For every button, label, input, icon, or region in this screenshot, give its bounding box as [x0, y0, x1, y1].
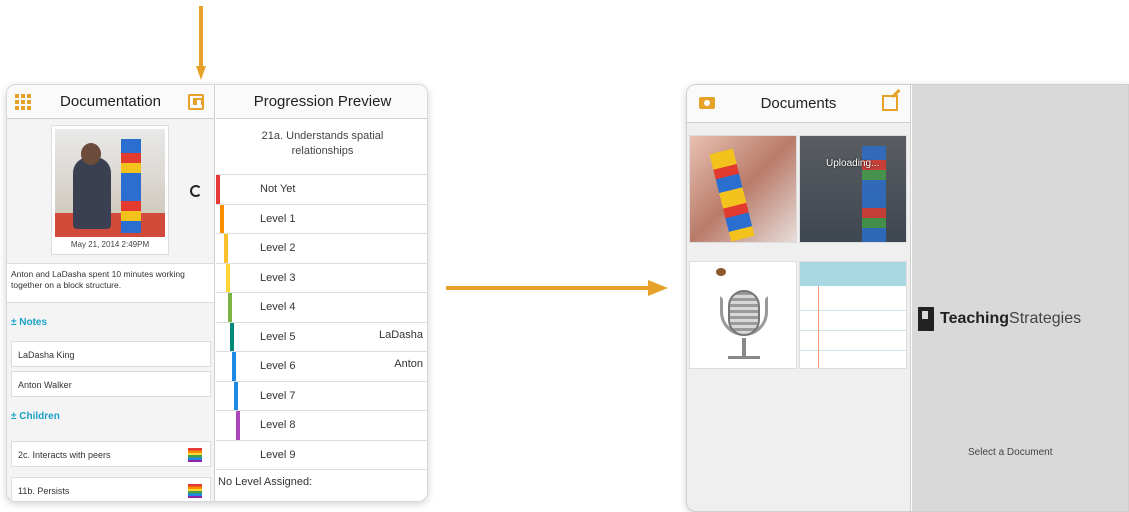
- level-row[interactable]: Level 2: [216, 234, 427, 264]
- level-color-bar: [228, 293, 232, 322]
- arrow-right-indicator: [446, 280, 668, 296]
- level-color-bar: [236, 411, 240, 440]
- no-level-assigned: No Level Assigned:: [218, 476, 313, 488]
- level-color-bar: [230, 322, 234, 351]
- select-document-prompt: Select a Document: [968, 447, 1053, 458]
- level-row[interactable]: Level 6 Anton: [216, 352, 427, 382]
- notes-toggle[interactable]: ± Notes: [7, 305, 214, 339]
- documentation-header: Documentation: [7, 85, 214, 119]
- children-toggle[interactable]: ± Children: [7, 399, 214, 433]
- level-color-bar: [234, 381, 238, 410]
- photo-timestamp: May 21, 2014 2:49PM: [70, 240, 150, 249]
- level-label: Level 5: [260, 330, 296, 343]
- share-export-icon[interactable]: [188, 94, 204, 110]
- child-name[interactable]: Anton: [394, 358, 423, 370]
- level-label: Level 7: [260, 389, 296, 402]
- level-label: Level 6: [260, 360, 296, 372]
- brand-bold: Teaching: [940, 310, 1010, 327]
- progression-rainbow-icon[interactable]: [188, 448, 202, 462]
- level-list: Not Yet Level 1 Level 2 Level 3 Level 4 Level…: [216, 175, 427, 470]
- objective-item[interactable]: 11b. Persists: [11, 477, 211, 501]
- audio-document-thumbnail[interactable]: [689, 261, 797, 369]
- uploading-photo-thumbnail[interactable]: Uploading...: [799, 135, 907, 243]
- progression-title: Progression Preview: [253, 93, 392, 110]
- documentation-title: Documentation: [60, 93, 161, 110]
- progression-rainbow-icon[interactable]: [188, 484, 202, 498]
- objective-label: 2c. Interacts with peers: [18, 450, 111, 460]
- level-row[interactable]: Level 3: [216, 263, 427, 293]
- level-row[interactable]: Level 5 LaDasha: [216, 322, 427, 352]
- documentation-screen: Documentation May 21, 2014 2:49PM Anton …: [6, 84, 428, 502]
- level-color-bar: [232, 352, 236, 381]
- apps-grid-icon[interactable]: [15, 94, 31, 110]
- documents-column: Documents Uploading...: [687, 85, 911, 511]
- note-item[interactable]: Anton Walker: [11, 371, 211, 397]
- observation-description[interactable]: Anton and LaDasha spent 10 minutes worki…: [7, 263, 214, 303]
- microphone-icon: [728, 290, 760, 336]
- objective-item[interactable]: 2c. Interacts with peers: [11, 441, 211, 467]
- objective-title: 21a. Understands spatial relationships: [216, 119, 427, 175]
- arrow-down-indicator: [196, 6, 206, 80]
- documents-title: Documents: [760, 95, 837, 112]
- teaching-strategies-logo: Teaching Strategies: [918, 307, 1081, 331]
- level-label: Level 4: [260, 301, 296, 313]
- brand-light: Strategies: [1009, 310, 1082, 327]
- documents-header: Documents: [687, 85, 910, 123]
- level-color-bar: [224, 234, 228, 263]
- level-row[interactable]: Level 9: [216, 441, 427, 470]
- level-label: Level 8: [260, 419, 296, 431]
- documentation-photo[interactable]: May 21, 2014 2:49PM: [51, 125, 169, 255]
- level-color-bar: [226, 263, 230, 292]
- level-label: Level 2: [260, 242, 296, 254]
- level-row[interactable]: Level 8: [216, 411, 427, 441]
- level-label: Level 3: [260, 271, 296, 284]
- level-color-bar: [216, 175, 220, 204]
- objective-label: 11b. Persists: [18, 486, 70, 496]
- level-row[interactable]: Not Yet: [216, 175, 427, 205]
- documents-screen: Documents Uploading... Teaching Strategi…: [686, 84, 1129, 512]
- door-logo-icon: [918, 307, 934, 331]
- photo-document-thumbnail[interactable]: [689, 135, 797, 243]
- note-item[interactable]: LaDasha King: [11, 341, 211, 367]
- child-name[interactable]: LaDasha: [379, 329, 423, 341]
- camera-icon[interactable]: [699, 97, 715, 109]
- rotate-icon[interactable]: [190, 185, 202, 197]
- level-row[interactable]: Level 4: [216, 293, 427, 323]
- progression-preview-column: Progression Preview 21a. Understands spa…: [216, 85, 427, 501]
- level-color-bar: [220, 204, 224, 233]
- uploading-label: Uploading...: [826, 158, 880, 169]
- level-row[interactable]: Level 1: [216, 204, 427, 234]
- level-label: Level 1: [260, 212, 296, 225]
- butterfly-icon: [716, 268, 726, 276]
- document-preview-area: Teaching Strategies Select a Document: [912, 85, 1128, 511]
- documentation-column: Documentation May 21, 2014 2:49PM Anton …: [7, 85, 215, 501]
- block-structure-photo: [55, 129, 165, 237]
- level-label: Level 9: [260, 448, 296, 461]
- progression-header: Progression Preview: [216, 85, 427, 119]
- level-row[interactable]: Level 7: [216, 381, 427, 411]
- new-note-icon[interactable]: [882, 95, 898, 111]
- note-document-thumbnail[interactable]: [799, 261, 907, 369]
- level-label: Not Yet: [260, 183, 296, 195]
